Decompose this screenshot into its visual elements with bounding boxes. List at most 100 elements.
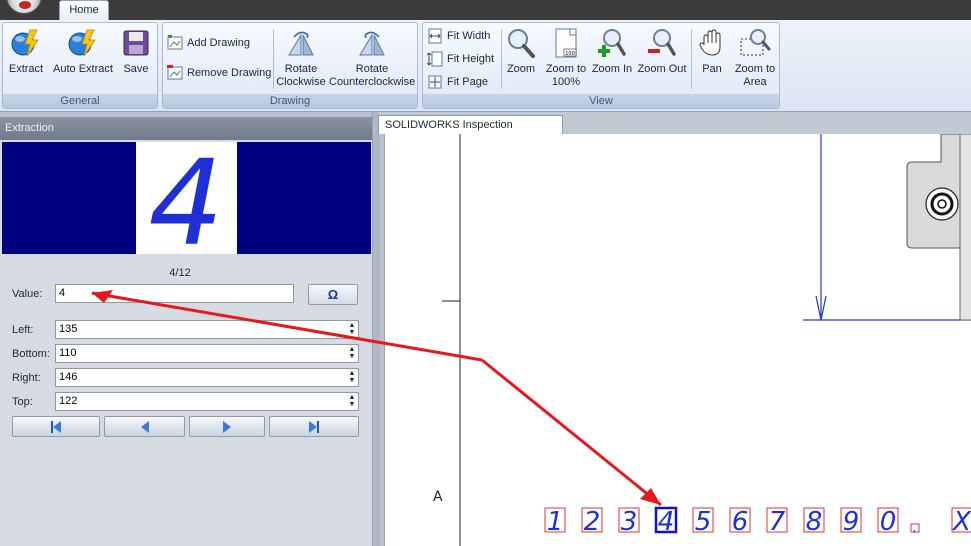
zoom-button[interactable]: Zoom [503,25,539,93]
pan-hand-icon [699,29,721,56]
extraction-panel-header: Extraction [0,117,372,140]
magnifier-icon [508,29,535,58]
fit-height-button[interactable]: Fit Height [427,49,494,69]
pan-label: Pan [702,63,722,75]
ribbon-group-drawing-label: Drawing [163,94,417,108]
right-value: 146 [59,371,78,383]
zoom-100-icon: 100 [555,28,577,58]
zoom-out-label: Zoom Out [637,63,687,75]
character-glyph: 5 [695,507,712,537]
ribbon: Extract Auto Extract Save General Add Dr… [0,20,971,112]
right-label: Right: [12,372,41,384]
drawing-canvas[interactable]: A 1234567890. X [384,134,971,546]
part-rail [959,134,971,321]
save-icon [123,30,149,56]
app-logo-icon [19,1,31,9]
fit-width-button[interactable]: Fit Width [427,26,490,46]
zoom-in-label: Zoom In [591,63,633,75]
first-icon [51,421,61,433]
extract-label: Extract [8,63,44,75]
rotate-counterclockwise-icon [359,31,385,56]
ribbon-group-view: Fit Width Fit Height Fit Page Zoom 100 Z… [422,22,780,109]
next-item-button[interactable] [189,416,265,437]
auto-extract-label: Auto Extract [53,63,113,75]
extraction-preview: 4 [2,134,371,272]
character-glyph: 7 [769,507,786,537]
fit-height-label: Fit Height [447,53,495,65]
remove-drawing-button[interactable]: Remove Drawing [167,63,271,83]
top-spinner-icon[interactable]: ▲ ▼ [348,394,356,408]
rotate-clockwise-label-1: Rotate [284,63,318,75]
ribbon-group-view-label: View [423,94,779,108]
zoom-to-area-button[interactable]: Zoom to Area [731,25,779,93]
left-spinner-icon[interactable]: ▲ ▼ [348,322,356,336]
rotate-counterclockwise-button[interactable]: Rotate Counterclockwise [329,25,415,93]
fit-page-icon [428,75,442,89]
application-menu-button[interactable] [6,0,42,14]
zoom-to-100-label-2: 100% [551,76,581,88]
save-label: Save [123,63,149,75]
character-glyph: 1 [547,507,564,537]
auto-extract-icon [68,29,96,57]
rotate-clockwise-label-2: Clockwise [276,76,326,88]
zoom-in-button[interactable]: Zoom In [591,25,633,93]
zoom-100-icon-text: 100 [565,51,575,57]
previous-item-button[interactable] [104,416,185,437]
zoom-area-icon [740,29,771,56]
rotate-counterclockwise-label-2: Counterclockwise [329,76,416,88]
bottom-value: 110 [59,347,77,359]
zoom-out-icon [648,29,676,56]
value-label: Value: [12,288,43,300]
bottom-spinner-icon[interactable]: ▲ ▼ [348,346,356,360]
zoom-label: Zoom [506,63,536,75]
ribbon-group-general-label: General [3,94,157,108]
left-value: 135 [59,323,78,335]
zone-letter: A [433,489,443,505]
drawing-view: A 1234567890. X [433,134,971,546]
first-item-button[interactable] [12,416,100,437]
bottom-field[interactable]: 110 ▲ ▼ [55,344,359,363]
add-drawing-icon [167,35,183,50]
extract-icon [11,29,39,57]
rotate-clockwise-icon [288,31,314,56]
save-button[interactable]: Save [117,25,155,93]
extraction-index: 4/12 [169,267,191,279]
add-drawing-button[interactable]: Add Drawing [167,33,250,53]
rotate-clockwise-button[interactable]: Rotate Clockwise [276,25,326,93]
panel-splitter[interactable] [372,112,380,546]
character-glyph: 2 [584,507,601,537]
bottom-label: Bottom: [12,348,50,360]
pan-button[interactable]: Pan [695,25,729,93]
zoom-out-button[interactable]: Zoom Out [635,25,689,93]
top-field[interactable]: 122 ▲ ▼ [55,392,359,411]
extract-button[interactable]: Extract [5,25,47,93]
tab-home[interactable]: Home [59,0,109,21]
zoom-to-100-button[interactable]: 100 Zoom to 100% [541,25,591,93]
document-tab[interactable]: SOLIDWORKS Inspection 2016.PDF [378,115,563,149]
zoom-to-area-label-1: Zoom to [734,63,776,75]
ribbon-separator [691,29,692,89]
left-label: Left: [12,324,34,336]
right-spinner-icon[interactable]: ▲ ▼ [348,370,356,384]
extraction-preview-crop: 4 [136,134,237,272]
right-field[interactable]: 146 ▲ ▼ [55,368,359,387]
fit-page-label: Fit Page [447,76,488,88]
left-field[interactable]: 135 ▲ ▼ [55,320,359,339]
top-label: Top: [12,396,33,408]
last-icon [309,421,319,433]
top-value: 122 [59,395,78,407]
auto-extract-button[interactable]: Auto Extract [49,25,117,93]
character-glyph: 9 [843,507,860,537]
character-row: 1234567890. X [544,506,971,537]
character-glyph: . [913,520,917,536]
character-glyph: 0 [880,507,897,537]
next-icon [223,421,231,433]
previous-icon [140,421,149,433]
fit-page-button[interactable]: Fit Page [427,72,488,92]
fit-height-icon [427,51,443,67]
insert-symbol-button[interactable]: Ω [308,284,358,305]
ribbon-group-drawing: Add Drawing Remove Drawing Rotate Clockw… [162,22,418,109]
last-item-button[interactable] [269,416,359,437]
ribbon-separator [501,29,502,89]
value-field[interactable]: 4 [55,284,294,303]
